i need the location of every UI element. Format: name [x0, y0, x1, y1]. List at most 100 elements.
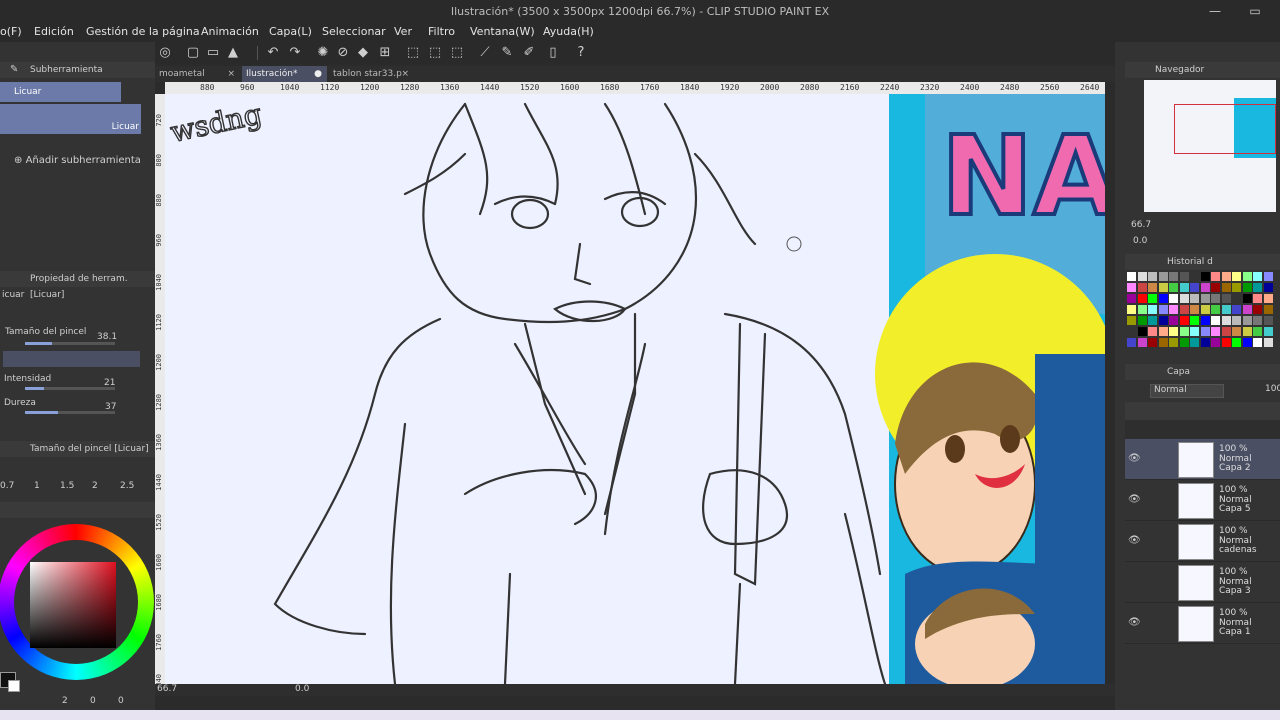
- palette-swatch[interactable]: [1148, 305, 1157, 314]
- deselect-icon[interactable]: ⬚: [405, 45, 421, 61]
- palette-swatch[interactable]: [1200, 316, 1210, 325]
- eraser-icon[interactable]: ✐: [521, 45, 537, 61]
- palette-swatch[interactable]: [1263, 305, 1273, 314]
- clear-icon[interactable]: ⊘: [335, 45, 351, 61]
- palette-swatch[interactable]: [1232, 327, 1241, 336]
- open-folder-icon[interactable]: ▭: [205, 45, 221, 61]
- home-icon[interactable]: ◎: [157, 45, 173, 61]
- layer-row[interactable]: 👁 100 % Normal cadenas: [1125, 521, 1280, 562]
- palette-swatch[interactable]: [1127, 327, 1136, 336]
- palette-swatch[interactable]: [1253, 338, 1262, 347]
- color-palette[interactable]: [1127, 272, 1279, 358]
- brush-size-slider[interactable]: [25, 342, 115, 345]
- palette-swatch[interactable]: [1148, 272, 1157, 281]
- palette-swatch[interactable]: [1137, 283, 1147, 292]
- palette-swatch[interactable]: [1179, 294, 1189, 303]
- hardness-slider[interactable]: [25, 411, 115, 414]
- palette-swatch[interactable]: [1221, 294, 1231, 303]
- palette-swatch[interactable]: [1169, 272, 1178, 281]
- palette-swatch[interactable]: [1158, 294, 1168, 303]
- palette-swatch[interactable]: [1127, 316, 1136, 325]
- palette-swatch[interactable]: [1137, 327, 1147, 336]
- palette-swatch[interactable]: [1253, 294, 1262, 303]
- invert-icon[interactable]: ⬚: [449, 45, 465, 61]
- palette-swatch[interactable]: [1169, 283, 1178, 292]
- brush-size-value[interactable]: 38.1: [97, 332, 117, 342]
- undo-icon[interactable]: ↶: [265, 45, 281, 61]
- palette-swatch[interactable]: [1221, 283, 1231, 292]
- tab-tablon[interactable]: tablon star33.p ×: [329, 66, 414, 82]
- palette-swatch[interactable]: [1158, 283, 1168, 292]
- subtool-liquify[interactable]: Licuar: [0, 82, 121, 102]
- palette-swatch[interactable]: [1179, 338, 1189, 347]
- menu-select[interactable]: Seleccionar: [322, 25, 386, 38]
- palette-swatch[interactable]: [1242, 283, 1252, 292]
- palette-swatch[interactable]: [1179, 283, 1189, 292]
- background-color[interactable]: [8, 680, 20, 692]
- close-icon[interactable]: ●: [314, 66, 322, 82]
- menu-page[interactable]: Gestión de la página: [86, 25, 200, 38]
- palette-swatch[interactable]: [1263, 338, 1273, 347]
- blend-mode-select[interactable]: Normal: [1150, 384, 1224, 398]
- palette-swatch[interactable]: [1232, 338, 1241, 347]
- navigator-preview[interactable]: [1144, 80, 1276, 212]
- menu-help[interactable]: Ayuda(H): [543, 25, 594, 38]
- palette-swatch[interactable]: [1179, 272, 1189, 281]
- palette-swatch[interactable]: [1158, 316, 1168, 325]
- palette-swatch[interactable]: [1190, 305, 1199, 314]
- menu-view[interactable]: Ver: [394, 25, 412, 38]
- palette-swatch[interactable]: [1137, 294, 1147, 303]
- palette-swatch[interactable]: [1127, 305, 1136, 314]
- eye-icon[interactable]: 👁: [1128, 535, 1141, 546]
- pen-icon[interactable]: ✎: [499, 45, 515, 61]
- palette-swatch[interactable]: [1263, 316, 1273, 325]
- brush-size-preset[interactable]: 1.5: [60, 481, 74, 491]
- fill-icon[interactable]: ◆: [355, 45, 371, 61]
- palette-swatch[interactable]: [1158, 305, 1168, 314]
- layer-row[interactable]: 👁 100 % Normal Capa 1: [1125, 603, 1280, 644]
- palette-swatch[interactable]: [1148, 327, 1157, 336]
- palette-swatch[interactable]: [1232, 272, 1241, 281]
- palette-swatch[interactable]: [1232, 316, 1241, 325]
- palette-swatch[interactable]: [1190, 294, 1199, 303]
- palette-swatch[interactable]: [1169, 316, 1178, 325]
- palette-swatch[interactable]: [1137, 338, 1147, 347]
- palette-swatch[interactable]: [1253, 316, 1262, 325]
- palette-swatch[interactable]: [1179, 305, 1189, 314]
- page-icon[interactable]: ▯: [545, 45, 561, 61]
- palette-swatch[interactable]: [1263, 327, 1273, 336]
- layer-row[interactable]: 👁 100 % Normal Capa 5: [1125, 480, 1280, 521]
- palette-swatch[interactable]: [1200, 305, 1210, 314]
- eye-icon[interactable]: 👁: [1128, 453, 1141, 464]
- palette-swatch[interactable]: [1127, 272, 1136, 281]
- palette-swatch[interactable]: [1253, 272, 1262, 281]
- palette-swatch[interactable]: [1127, 294, 1136, 303]
- palette-swatch[interactable]: [1179, 316, 1189, 325]
- palette-swatch[interactable]: [1200, 327, 1210, 336]
- brush-size-preset[interactable]: 2: [92, 481, 98, 491]
- palette-swatch[interactable]: [1221, 316, 1231, 325]
- palette-swatch[interactable]: [1158, 272, 1168, 281]
- palette-swatch[interactable]: [1211, 338, 1220, 347]
- menu-animation[interactable]: Animación: [201, 25, 259, 38]
- palette-swatch[interactable]: [1232, 294, 1241, 303]
- brush-shape-row[interactable]: [3, 351, 140, 367]
- palette-swatch[interactable]: [1137, 272, 1147, 281]
- palette-swatch[interactable]: [1263, 283, 1273, 292]
- subtool-liquify-2[interactable]: Licuar: [0, 104, 141, 134]
- palette-swatch[interactable]: [1242, 272, 1252, 281]
- tab-moametal[interactable]: moametal ×: [155, 66, 240, 82]
- palette-swatch[interactable]: [1158, 338, 1168, 347]
- close-icon[interactable]: ×: [227, 66, 235, 82]
- add-subtool-button[interactable]: ⊕ Añadir subherramienta: [14, 155, 141, 166]
- layer-row[interactable]: 👁 100 % Normal Capa 2: [1125, 439, 1280, 480]
- loading-icon[interactable]: ✺: [315, 45, 331, 61]
- palette-swatch[interactable]: [1242, 316, 1252, 325]
- brush-size-preset[interactable]: 1: [34, 481, 40, 491]
- navigator-angle[interactable]: 0.0: [1133, 236, 1147, 246]
- palette-swatch[interactable]: [1200, 294, 1210, 303]
- navigator-viewport[interactable]: [1174, 104, 1276, 154]
- palette-swatch[interactable]: [1232, 283, 1241, 292]
- brush-size-preset[interactable]: 0.7: [0, 481, 14, 491]
- palette-swatch[interactable]: [1169, 305, 1178, 314]
